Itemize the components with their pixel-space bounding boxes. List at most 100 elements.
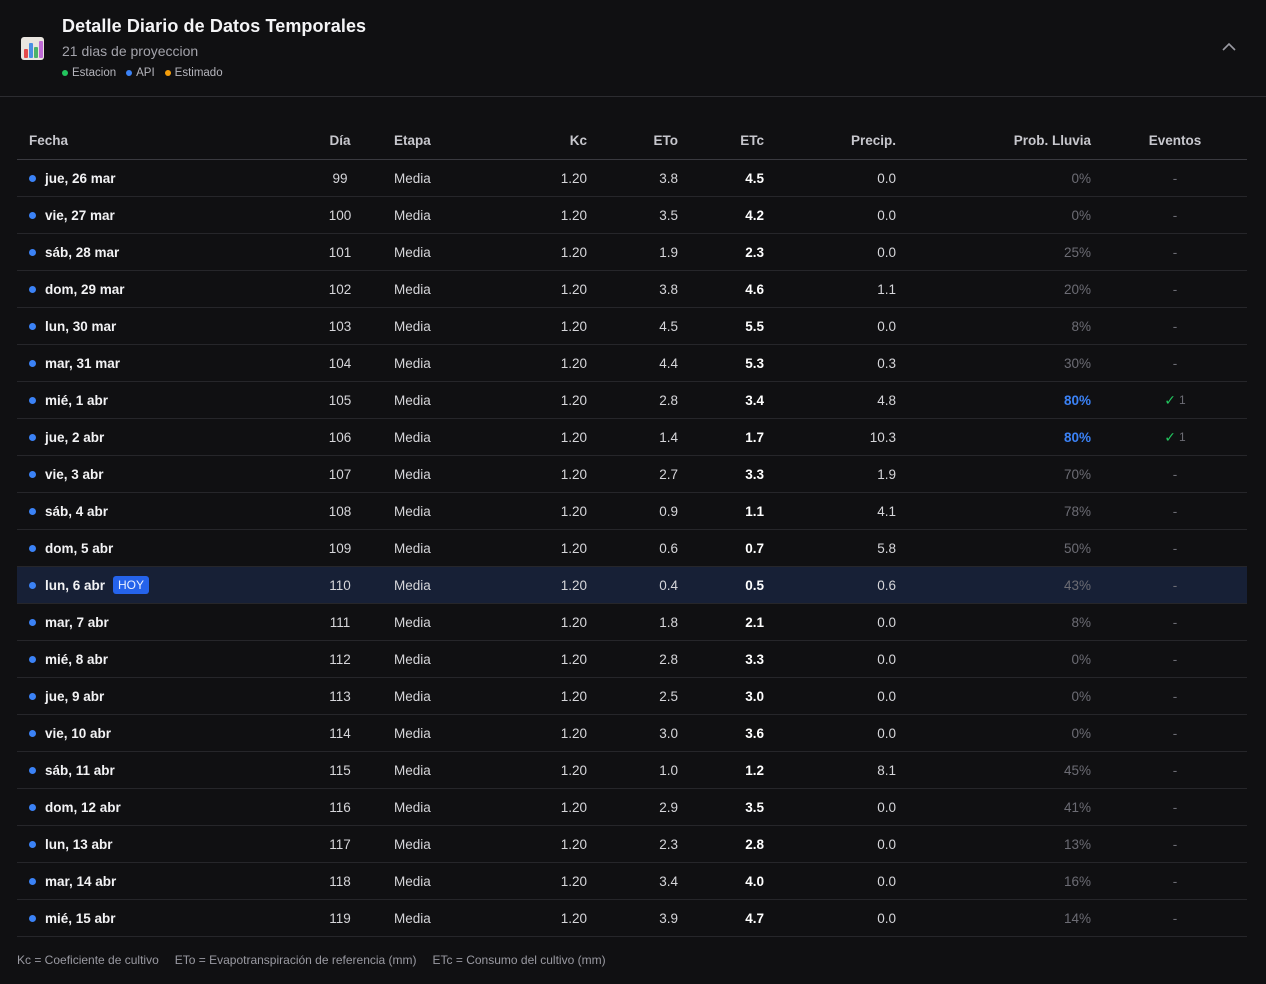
cell-etapa: Media (394, 392, 431, 408)
cell-eventos: - (1172, 873, 1178, 889)
cell-precip: 0.0 (877, 651, 896, 667)
date-label: mar, 14 abr (45, 873, 117, 889)
cell-fecha: dom, 29 mar (29, 271, 125, 307)
date-label: dom, 5 abr (45, 540, 114, 556)
collapse-button[interactable] (1218, 36, 1240, 58)
cell-dia: 114 (329, 725, 351, 741)
source-dot-api (29, 618, 36, 626)
table-row: mar, 31 mar 104 Media 1.20 4.4 5.3 0.3 30% - (17, 345, 1247, 382)
cell-etapa: Media (394, 170, 431, 186)
cell-kc: 1.20 (560, 281, 587, 297)
cell-dia: 106 (328, 429, 352, 445)
col-header-dia: Día (329, 133, 351, 148)
cell-eventos[interactable]: ✓ 1 (1129, 419, 1221, 455)
cell-etc: 0.5 (745, 577, 764, 593)
cell-kc: 1.20 (560, 244, 587, 260)
cell-kc: 1.20 (560, 318, 587, 334)
cell-etapa: Media (394, 725, 431, 741)
cell-eto: 0.6 (659, 540, 678, 556)
cell-etc: 2.1 (745, 614, 764, 630)
cell-dia: 103 (328, 318, 352, 334)
cell-eto: 1.9 (659, 244, 678, 260)
cell-etc: 4.5 (745, 170, 764, 186)
cell-kc: 1.20 (560, 651, 587, 667)
cell-kc: 1.20 (560, 688, 587, 704)
cell-dia: 108 (328, 503, 352, 519)
source-dot-api (29, 248, 36, 256)
cell-eto: 3.8 (659, 170, 678, 186)
cell-eventos: - (1172, 503, 1178, 519)
cell-prob-lluvia: 30% (1063, 355, 1091, 371)
table-row: mar, 7 abr 111 Media 1.20 1.8 2.1 0.0 8% - (17, 604, 1247, 641)
cell-etapa: Media (394, 244, 431, 260)
cell-prob-lluvia: 20% (1063, 281, 1091, 297)
cell-precip: 10.3 (869, 429, 896, 445)
cell-kc: 1.20 (560, 799, 587, 815)
cell-eventos: - (1172, 910, 1178, 926)
cell-etc: 2.8 (745, 836, 764, 852)
cell-prob-lluvia: 41% (1063, 799, 1091, 815)
table-row: vie, 3 abr 107 Media 1.20 2.7 3.3 1.9 70% - (17, 456, 1247, 493)
table-row: dom, 5 abr 109 Media 1.20 0.6 0.7 5.8 50% - (17, 530, 1247, 567)
col-header-kc: Kc (569, 133, 587, 148)
cell-etc: 4.0 (745, 873, 764, 889)
cell-etc: 3.5 (745, 799, 764, 815)
cell-kc: 1.20 (560, 762, 587, 778)
cell-etc: 5.3 (745, 355, 764, 371)
cell-kc: 1.20 (560, 577, 587, 593)
cell-eventos: - (1172, 836, 1178, 852)
cell-eventos: - (1172, 688, 1178, 704)
cell-prob-lluvia: 50% (1063, 540, 1091, 556)
col-header-precip: Precip. (850, 133, 896, 148)
cell-etapa: Media (394, 910, 431, 926)
cell-precip: 0.0 (877, 614, 896, 630)
cell-fecha: jue, 2 abr (29, 419, 104, 455)
cell-precip: 0.0 (877, 910, 896, 926)
cell-etc: 1.1 (745, 503, 764, 519)
date-label: lun, 13 abr (45, 836, 113, 852)
cell-precip: 0.0 (877, 799, 896, 815)
cell-eventos[interactable]: ✓ 1 (1129, 382, 1221, 418)
cell-eto: 2.8 (659, 651, 678, 667)
cell-eventos: - (1172, 170, 1178, 186)
source-dot-api (29, 729, 36, 737)
col-header-fecha: Fecha (29, 133, 69, 148)
cell-eto: 0.9 (659, 503, 678, 519)
cell-fecha: jue, 9 abr (29, 678, 104, 714)
cell-dia: 105 (328, 392, 352, 408)
cell-precip: 0.0 (877, 244, 896, 260)
legend-item-estimado: Estimado (164, 67, 223, 79)
table-row: jue, 26 mar 99 Media 1.20 3.8 4.5 0.0 0% - (17, 160, 1247, 197)
cell-dia: 100 (328, 207, 352, 223)
col-header-etc: ETc (740, 133, 764, 148)
cell-etc: 3.6 (745, 725, 764, 741)
cell-etapa: Media (394, 688, 431, 704)
cell-dia: 119 (329, 910, 351, 926)
table-row: dom, 12 abr 116 Media 1.20 2.9 3.5 0.0 41% - (17, 789, 1247, 826)
cell-fecha: dom, 5 abr (29, 530, 113, 566)
cell-eto: 3.4 (659, 873, 678, 889)
cell-etc: 3.3 (745, 651, 764, 667)
chevron-up-icon (1222, 42, 1236, 51)
cell-etc: 3.3 (745, 466, 764, 482)
source-dot-api (29, 322, 36, 330)
panel-header: Detalle Diario de Datos Temporales 21 di… (0, 0, 1266, 97)
cell-eto: 2.7 (659, 466, 678, 482)
cell-precip: 0.0 (877, 836, 896, 852)
cell-etapa: Media (394, 318, 431, 334)
cell-eventos: - (1172, 540, 1178, 556)
table-row: mié, 1 abr 105 Media 1.20 2.8 3.4 4.8 80% ✓ 1 (17, 382, 1247, 419)
cell-eventos: - (1172, 614, 1178, 630)
source-dot-api (29, 433, 36, 441)
date-label: dom, 29 mar (45, 281, 125, 297)
date-label: sáb, 4 abr (45, 503, 109, 519)
cell-etapa: Media (394, 799, 431, 815)
table-row: vie, 27 mar 100 Media 1.20 3.5 4.2 0.0 0% - (17, 197, 1247, 234)
cell-eto: 1.4 (659, 429, 678, 445)
cell-etapa: Media (394, 466, 431, 482)
cell-kc: 1.20 (560, 836, 587, 852)
table-row: mié, 8 abr 112 Media 1.20 2.8 3.3 0.0 0% - (17, 641, 1247, 678)
cell-prob-lluvia: 14% (1063, 910, 1091, 926)
cell-eventos: - (1172, 207, 1178, 223)
daily-data-table: Fecha Día Etapa Kc ETo ETc Precip. Prob.… (17, 122, 1247, 937)
